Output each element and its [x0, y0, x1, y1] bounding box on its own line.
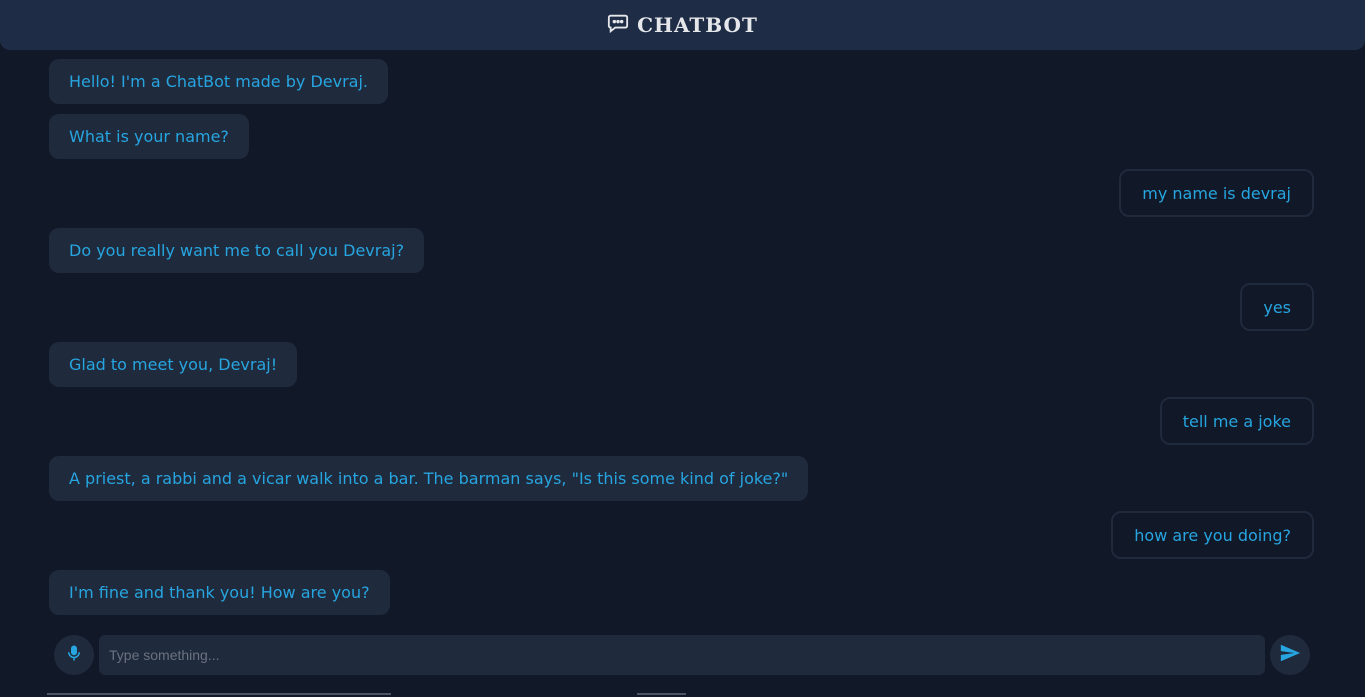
- microphone-icon: [65, 643, 83, 667]
- divider: [637, 693, 686, 695]
- app-title: CHATBOT: [637, 13, 758, 37]
- bot-message: A priest, a rabbi and a vicar walk into …: [49, 456, 809, 501]
- user-message: tell me a joke: [1159, 397, 1314, 445]
- chat-bubble-icon: [607, 12, 629, 34]
- bot-message: What is your name?: [49, 114, 249, 159]
- bot-message: Glad to meet you, Devraj!: [49, 342, 298, 387]
- bot-message: Do you really want me to call you Devraj…: [49, 228, 425, 273]
- user-message: my name is devraj: [1119, 169, 1314, 217]
- microphone-button[interactable]: [54, 635, 94, 675]
- app-header: CHATBOT: [0, 0, 1365, 50]
- bot-message: I'm fine and thank you! How are you?: [49, 570, 390, 615]
- user-message: yes: [1240, 283, 1314, 331]
- bot-message: Hello! I'm a ChatBot made by Devraj.: [49, 59, 388, 104]
- send-button[interactable]: [1270, 635, 1310, 675]
- user-message: how are you doing?: [1111, 511, 1314, 559]
- message-input[interactable]: [99, 635, 1265, 675]
- send-icon: [1279, 642, 1301, 668]
- divider: [47, 693, 391, 695]
